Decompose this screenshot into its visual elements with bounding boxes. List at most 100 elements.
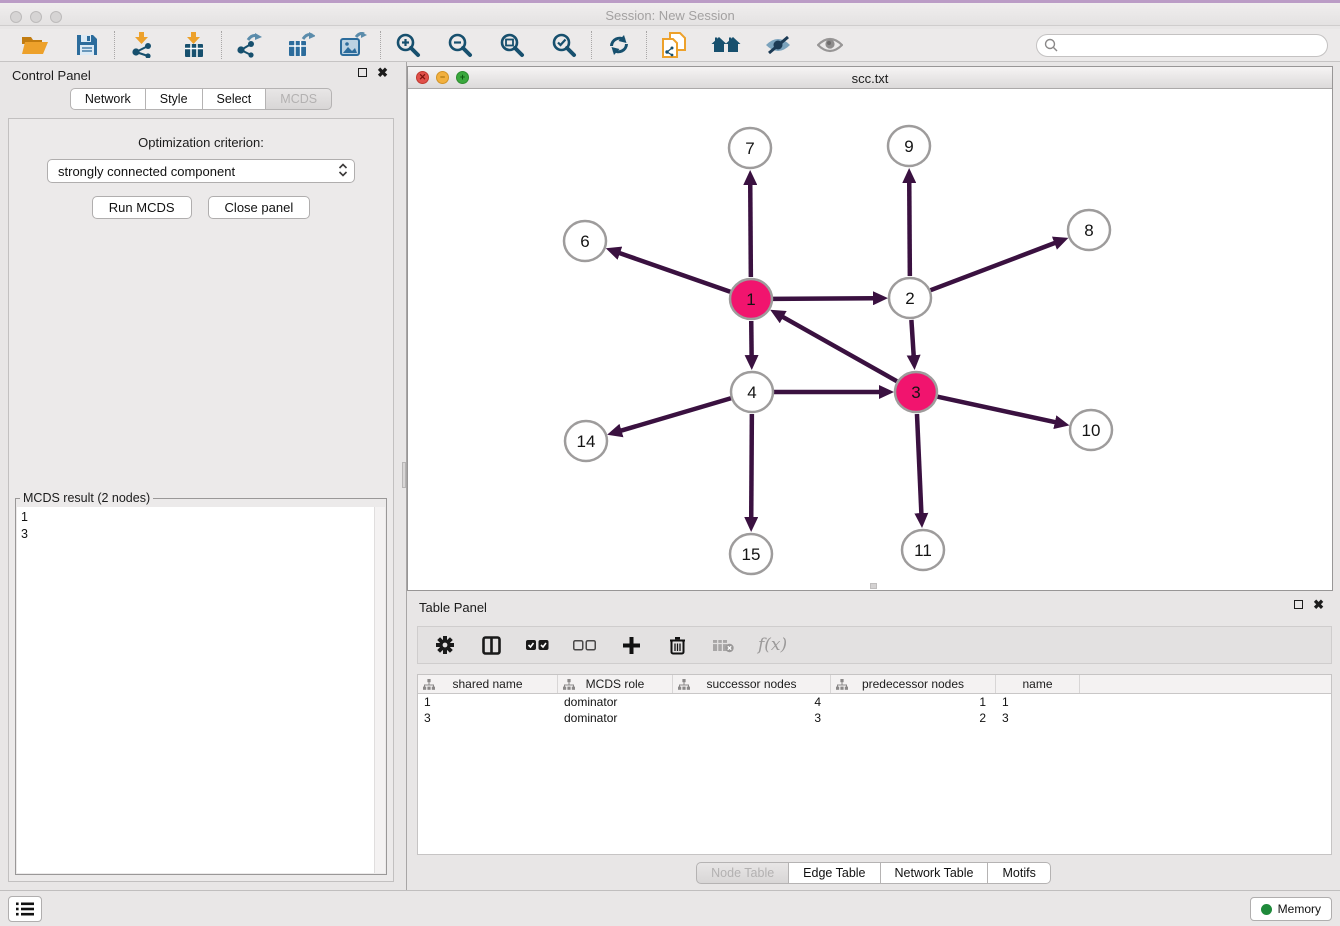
open-session-icon[interactable]: [20, 31, 50, 59]
graph-edge-1-7[interactable]: [750, 184, 751, 277]
network-resize-handle[interactable]: [870, 583, 877, 589]
new-network-from-selection-icon[interactable]: [659, 31, 689, 59]
column-header-label: successor nodes: [706, 677, 796, 691]
table-header-row: shared nameMCDS role successor nodes prede…: [418, 675, 1331, 694]
graph-edge-2-3[interactable]: [911, 320, 913, 356]
table-tabs: Node TableEdge TableNetwork TableMotifs: [407, 862, 1340, 884]
export-image-icon[interactable]: [338, 31, 368, 59]
graph-node-label: 11: [914, 541, 932, 560]
float-table-panel-icon[interactable]: [1294, 600, 1303, 609]
graph-edge-3-1[interactable]: [782, 317, 896, 382]
tab-network[interactable]: Network: [70, 88, 146, 110]
table-cell[interactable]: 2: [831, 711, 996, 725]
network-canvas[interactable]: 7968124314101511: [408, 89, 1332, 590]
hide-selected-icon[interactable]: [763, 31, 793, 59]
tab-select[interactable]: Select: [203, 88, 267, 110]
deselect-all-rows-icon[interactable]: [573, 640, 596, 651]
node-table: shared nameMCDS role successor nodes prede…: [417, 674, 1332, 855]
table-cell[interactable]: 1: [996, 695, 1080, 709]
refresh-icon[interactable]: [604, 31, 634, 59]
select-all-rows-icon[interactable]: [526, 640, 549, 651]
result-scrollbar[interactable]: [374, 507, 385, 873]
table-panel-title: Table Panel: [419, 600, 487, 615]
export-table-icon[interactable]: [286, 31, 316, 59]
delete-column-trash-icon[interactable]: [666, 636, 688, 655]
memory-button-label: Memory: [1278, 902, 1321, 916]
table-row[interactable]: 1dominator411: [418, 694, 1331, 710]
column-header-name[interactable]: name: [996, 675, 1080, 693]
float-panel-icon[interactable]: [358, 68, 367, 77]
column-header-successor-nodes[interactable]: successor nodes: [673, 675, 831, 693]
main-toolbar: [0, 29, 1340, 62]
network-window-titlebar[interactable]: ✕ − + scc.txt: [408, 67, 1332, 89]
tab-node-table[interactable]: Node Table: [696, 862, 789, 884]
first-neighbors-icon[interactable]: [711, 31, 741, 59]
zoom-fit-icon[interactable]: [497, 31, 527, 59]
table-row[interactable]: 3dominator323: [418, 710, 1331, 726]
column-type-icon: [678, 679, 690, 693]
tab-network-table[interactable]: Network Table: [881, 862, 989, 884]
table-cell[interactable]: 1: [418, 695, 558, 709]
column-header-shared-name[interactable]: shared name: [418, 675, 558, 693]
create-column-icon[interactable]: [620, 637, 642, 654]
graph-node-label: 2: [905, 289, 914, 308]
table-cell[interactable]: 1: [831, 695, 996, 709]
mcds-result-line: 1: [21, 509, 381, 526]
close-panel-button[interactable]: Close panel: [208, 196, 311, 219]
column-type-icon: [836, 679, 848, 693]
close-table-panel-icon[interactable]: ✖: [1313, 600, 1324, 609]
optimization-select[interactable]: strongly connected component: [47, 159, 355, 183]
table-cell[interactable]: dominator: [558, 711, 673, 725]
table-panel: Table Panel ✖: [407, 594, 1340, 890]
import-table-icon[interactable]: [179, 31, 209, 59]
task-history-button[interactable]: [8, 896, 42, 922]
graph-edge-2-9[interactable]: [909, 182, 910, 276]
show-columns-icon[interactable]: [480, 636, 502, 655]
column-header-predecessor-nodes[interactable]: predecessor nodes: [831, 675, 996, 693]
graph-node-label: 10: [1082, 421, 1101, 440]
search-icon: [1044, 38, 1058, 57]
graph-edge-3-10[interactable]: [937, 397, 1055, 423]
column-header-MCDS-role[interactable]: MCDS role: [558, 675, 673, 693]
table-cell[interactable]: 3: [418, 711, 558, 725]
export-network-icon[interactable]: [234, 31, 264, 59]
graph-node-label: 14: [577, 432, 596, 451]
zoom-out-icon[interactable]: [445, 31, 475, 59]
table-cell[interactable]: 3: [996, 711, 1080, 725]
zoom-in-icon[interactable]: [393, 31, 423, 59]
tab-edge-table[interactable]: Edge Table: [789, 862, 880, 884]
graph-edge-4-14[interactable]: [621, 398, 731, 431]
mcds-result-title: MCDS result (2 nodes): [20, 491, 153, 505]
control-panel-tabs: NetworkStyleSelectMCDS: [0, 88, 402, 110]
graph-node-label: 1: [746, 290, 755, 309]
graph-edge-2-8[interactable]: [931, 243, 1056, 290]
zoom-selected-icon[interactable]: [549, 31, 579, 59]
table-cell[interactable]: dominator: [558, 695, 673, 709]
network-window: ✕ − + scc.txt 7968124314101511: [407, 66, 1333, 591]
tab-motifs[interactable]: Motifs: [988, 862, 1050, 884]
divider-handle[interactable]: [402, 462, 406, 488]
search-input[interactable]: [1036, 34, 1328, 57]
memory-button[interactable]: Memory: [1250, 897, 1332, 921]
network-window-title: scc.txt: [408, 71, 1332, 86]
table-toolbar: f(x): [417, 626, 1332, 664]
memory-status-icon: [1261, 904, 1272, 915]
run-mcds-button[interactable]: Run MCDS: [92, 196, 192, 219]
save-session-icon[interactable]: [72, 31, 102, 59]
graph-edge-4-15[interactable]: [751, 414, 752, 518]
control-panel-header: Control Panel ✖: [0, 62, 402, 88]
graph-edge-1-6[interactable]: [619, 253, 730, 292]
tab-style[interactable]: Style: [146, 88, 203, 110]
graph-edge-1-2[interactable]: [773, 298, 874, 299]
table-cell[interactable]: 4: [673, 695, 831, 709]
close-panel-icon[interactable]: ✖: [377, 68, 388, 77]
graph-node-label: 15: [742, 545, 761, 564]
tab-mcds[interactable]: MCDS: [266, 88, 332, 110]
show-all-icon[interactable]: [815, 31, 845, 59]
control-panel: Control Panel ✖ NetworkStyleSelectMCDS O…: [0, 62, 402, 890]
graph-edge-3-11[interactable]: [917, 414, 921, 514]
table-cell[interactable]: 3: [673, 711, 831, 725]
import-network-icon[interactable]: [127, 31, 157, 59]
table-settings-gear-icon[interactable]: [434, 636, 456, 654]
mcds-result-box[interactable]: 13: [17, 507, 385, 873]
